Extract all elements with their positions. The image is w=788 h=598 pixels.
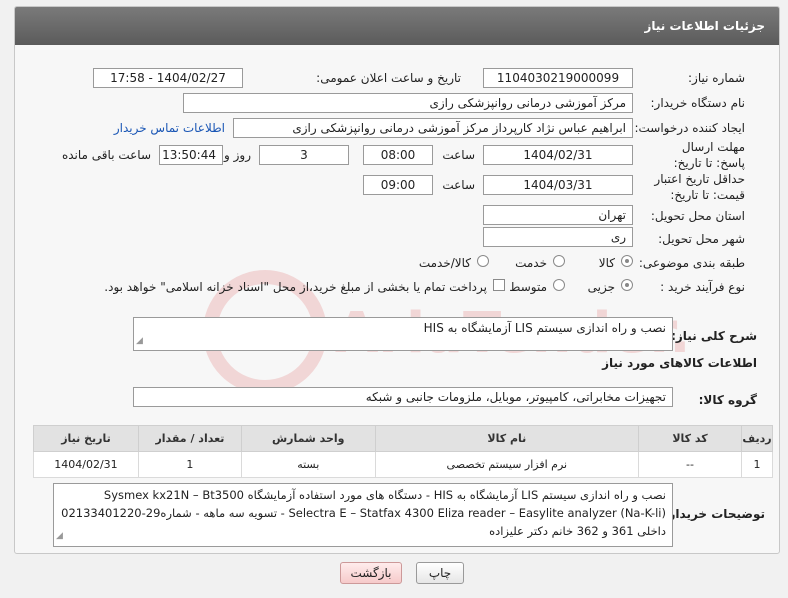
general-desc-label: شرح کلی نیاز: [671,329,757,343]
category-label: طبقه بندی موضوعی: [638,256,745,270]
panel-header: جزئیات اطلاعات نیاز [15,7,779,45]
province-label: استان محل تحویل: [650,209,745,223]
need-number-label: شماره نیاز: [688,71,745,85]
general-desc-text: نصب و راه اندازی سیستم LIS آزمایشگاه به … [423,321,666,335]
col-unit: واحد شمارش [240,425,376,452]
resize-grip-icon[interactable]: ◢ [56,527,63,545]
panel-title: جزئیات اطلاعات نیاز [644,19,765,33]
category-both-radio[interactable] [477,255,489,267]
remaining-label: ساعت باقی مانده [61,148,151,162]
province-field: تهران [483,205,633,225]
cell-quantity: 1 [137,451,242,478]
buyer-org-field: مرکز آموزشی درمانی روانپزشکی رازی [183,93,633,113]
category-service-radio[interactable] [553,255,565,267]
buyer-org-label: نام دستگاه خریدار: [650,96,746,110]
print-button[interactable]: چاپ [416,562,464,584]
buyer-notes-line: داخلی 361 و 362 خانم دکتر علیزاده [489,524,666,538]
process-minor-label: جزیی [587,280,615,294]
col-date: تاریخ نیاز [33,425,139,452]
buyer-notes-label: توضیحات خریدار: [663,507,765,521]
general-desc-field: نصب و راه اندازی سیستم LIS آزمایشگاه به … [133,317,673,351]
need-number-field: 1104030219000099 [483,68,633,88]
cell-code: -- [638,451,742,478]
resize-grip-icon[interactable]: ◢ [136,333,143,349]
price-validity-time-field: 09:00 [363,175,433,195]
goods-group-label: گروه کالا: [698,393,757,407]
process-medium-label: متوسط [509,280,547,294]
goods-table: ردیف کد کالا نام کالا واحد شمارش تعداد /… [33,425,774,478]
process-minor-radio[interactable] [621,279,633,291]
buyer-notes-field: نصب و راه اندازی سیستم LIS آزمایشگاه به … [53,483,673,547]
cell-name: نرم افزار سیستم تخصصی [374,451,640,478]
reply-time-field: 08:00 [363,145,433,165]
need-details-panel: جزئیات اطلاعات نیاز AriaTender.net شماره… [14,6,780,554]
announce-label: تاریخ و ساعت اعلان عمومی: [316,71,461,85]
cell-date: 1404/02/31 [33,451,139,478]
treasury-checkbox[interactable] [493,279,505,291]
creator-label: ایجاد کننده درخواست: [634,121,745,135]
goods-table-header: ردیف کد کالا نام کالا واحد شمارش تعداد /… [33,425,774,452]
category-both-label: کالا/خدمت [418,256,471,270]
col-name: نام کالا [374,425,640,452]
city-label: شهر محل تحویل: [658,232,745,246]
buyer-notes-line: Selectra E – Statfax 4300 Eliza reader –… [61,506,666,520]
goods-group-field: تجهیزات مخابراتی، کامپیوتر، موبایل، ملزو… [133,387,673,407]
remaining-field: 13:50:44 [159,145,223,165]
announce-field: 1404/02/27 - 17:58 [93,68,243,88]
days-label: روز و [224,148,251,162]
reply-time-label: ساعت [442,148,475,162]
category-goods-label: کالا [598,256,615,270]
days-field: 3 [259,145,349,165]
buyer-notes-line: نصب و راه اندازی سیستم LIS آزمایشگاه به … [103,488,666,502]
buyer-contact-link[interactable]: اطلاعات تماس خریدار [114,121,225,135]
cell-unit: بسته [240,451,376,478]
table-row: 1 -- نرم افزار سیستم تخصصی بسته 1 1404/0… [33,451,774,478]
col-row: ردیف [740,425,774,452]
price-validity-label: حداقل تاریخ اعتبار قیمت: تا تاریخ: [654,172,745,202]
city-field: ری [483,227,633,247]
process-medium-radio[interactable] [553,279,565,291]
col-code: کد کالا [638,425,742,452]
price-validity-date-field: 1404/03/31 [483,175,633,195]
goods-section-title: اطلاعات کالاهای مورد نیاز [602,356,757,370]
reply-deadline-label: مهلت ارسال پاسخ: تا تاریخ: [673,140,745,170]
category-service-label: خدمت [515,256,547,270]
process-label: نوع فرآیند خرید : [660,280,745,294]
cell-row: 1 [740,451,774,478]
treasury-note: پرداخت تمام یا بخشی از مبلغ خرید،از محل … [104,280,487,294]
category-goods-radio[interactable] [621,255,633,267]
back-button[interactable]: بازگشت [340,562,402,584]
price-validity-time-label: ساعت [442,178,475,192]
reply-date-field: 1404/02/31 [483,145,633,165]
creator-field: ابراهیم عباس نژاد کارپرداز مرکز آموزشی د… [233,118,633,138]
col-quantity: تعداد / مقدار [137,425,242,452]
